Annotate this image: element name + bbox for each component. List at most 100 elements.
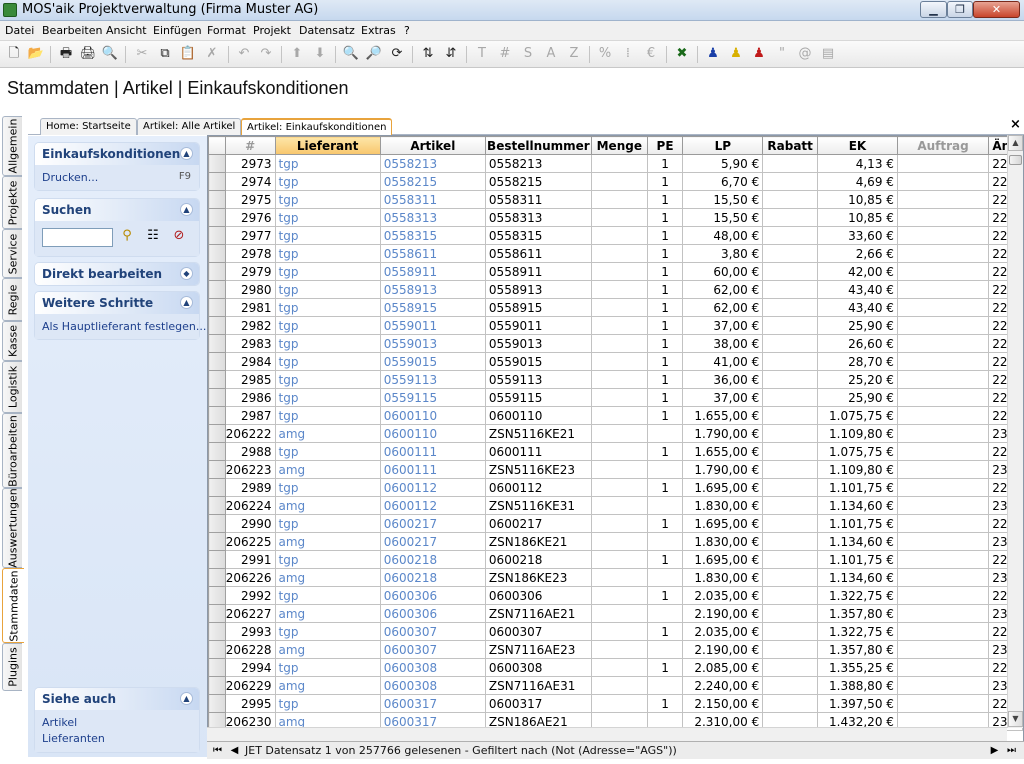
table-cell[interactable]: ZSN5116KE31 bbox=[484, 496, 592, 515]
table-cell[interactable]: 2973 bbox=[224, 154, 276, 173]
table-cell[interactable] bbox=[762, 622, 819, 641]
table-cell[interactable]: 0600307 bbox=[379, 622, 486, 641]
at-icon[interactable]: @ bbox=[796, 45, 814, 63]
vtab-kasse[interactable]: Kasse bbox=[2, 321, 22, 361]
row-indicator[interactable] bbox=[208, 334, 226, 353]
table-cell[interactable]: 0558911 bbox=[379, 262, 486, 281]
table-row[interactable]: 2991 tgp 0600218 0600218 1 1.695,00 €1.101,75… bbox=[208, 550, 1023, 569]
table-cell[interactable]: 1.075,75 € bbox=[817, 442, 898, 461]
table-cell[interactable]: 0600112 bbox=[484, 478, 592, 497]
table-cell[interactable]: ZSN186KE21 bbox=[484, 532, 592, 551]
table-cell[interactable]: 1 bbox=[646, 370, 684, 389]
table-cell[interactable] bbox=[646, 496, 684, 515]
table-cell[interactable]: ZSN5116KE23 bbox=[484, 460, 592, 479]
move-down-icon[interactable]: ⬇ bbox=[311, 45, 329, 63]
table-row[interactable]: 2989 tgp 0600112 0600112 1 1.695,00 €1.101,75… bbox=[208, 478, 1023, 497]
collapse-icon[interactable]: ▲ bbox=[180, 203, 193, 216]
table-cell[interactable]: 0558215 bbox=[379, 172, 486, 191]
menu-extras[interactable]: Extras bbox=[361, 24, 396, 37]
table-cell[interactable]: 62,00 € bbox=[682, 298, 764, 317]
panel-header[interactable]: Einkaufskonditionen ▲ bbox=[35, 143, 199, 165]
horizontal-scrollbar[interactable] bbox=[207, 727, 1007, 741]
user-blue-icon[interactable]: ♟ bbox=[704, 45, 722, 63]
table-cell[interactable]: 0600218 bbox=[379, 568, 486, 587]
row-indicator[interactable] bbox=[208, 244, 226, 263]
table-cell[interactable] bbox=[590, 478, 648, 497]
table-cell[interactable]: 2985 bbox=[224, 370, 276, 389]
table-cell[interactable]: 1 bbox=[646, 154, 684, 173]
table-cell[interactable]: 1 bbox=[646, 244, 684, 263]
table-cell[interactable]: 0558313 bbox=[484, 208, 592, 227]
table-cell[interactable]: 2.240,00 € bbox=[682, 676, 764, 695]
table-cell[interactable]: 1.322,75 € bbox=[817, 586, 898, 605]
table-cell[interactable] bbox=[762, 640, 819, 659]
table-cell[interactable]: amg bbox=[274, 676, 381, 695]
row-indicator[interactable] bbox=[208, 154, 226, 173]
table-row[interactable]: 2986 tgp 0559115 0559115 1 37,00 €25,90 €22.1 bbox=[208, 388, 1023, 407]
table-cell[interactable] bbox=[896, 496, 990, 515]
search-input[interactable] bbox=[42, 228, 113, 247]
column-header[interactable]: Artikel bbox=[379, 136, 486, 155]
artikel-link[interactable]: Artikel bbox=[42, 715, 192, 731]
table-cell[interactable]: 1.695,00 € bbox=[682, 514, 764, 533]
minimize-button[interactable]: ▁ bbox=[920, 1, 947, 18]
table-cell[interactable]: 0600306 bbox=[379, 604, 486, 623]
table-cell[interactable]: 2988 bbox=[224, 442, 276, 461]
table-cell[interactable]: tgp bbox=[274, 244, 381, 263]
menu-datei[interactable]: Datei bbox=[5, 24, 34, 37]
table-cell[interactable]: 0558311 bbox=[379, 190, 486, 209]
panel-header[interactable]: Direkt bearbeiten ◆ bbox=[35, 263, 199, 285]
table-cell[interactable] bbox=[762, 406, 819, 425]
table-cell[interactable]: 1.134,60 € bbox=[817, 532, 898, 551]
row-indicator[interactable] bbox=[208, 262, 226, 281]
search-filter-icon[interactable]: ⚲ bbox=[117, 228, 137, 248]
row-indicator[interactable] bbox=[208, 208, 226, 227]
table-cell[interactable]: 2974 bbox=[224, 172, 276, 191]
table-cell[interactable] bbox=[590, 514, 648, 533]
number-format-icon[interactable]: # bbox=[496, 45, 514, 63]
table-cell[interactable] bbox=[896, 568, 990, 587]
drucken-link[interactable]: Drucken... bbox=[42, 170, 192, 186]
table-cell[interactable]: 3,80 € bbox=[682, 244, 764, 263]
table-cell[interactable]: 1 bbox=[646, 514, 684, 533]
delete-icon[interactable]: ✗ bbox=[203, 45, 221, 63]
table-cell[interactable]: 1.357,80 € bbox=[817, 604, 898, 623]
table-row[interactable]: 2985 tgp 0559113 0559113 1 36,00 €25,20 €22.1 bbox=[208, 370, 1023, 389]
table-row[interactable]: 2979 tgp 0558911 0558911 1 60,00 €42,00 €22.1 bbox=[208, 262, 1023, 281]
currency-icon[interactable]: € bbox=[642, 45, 660, 63]
table-cell[interactable] bbox=[762, 586, 819, 605]
table-cell[interactable]: 206225 bbox=[224, 532, 276, 551]
row-indicator[interactable] bbox=[208, 280, 226, 299]
table-row[interactable]: 2993 tgp 0600307 0600307 1 2.035,00 €1.322,75… bbox=[208, 622, 1023, 641]
table-cell[interactable] bbox=[896, 352, 990, 371]
table-cell[interactable]: 62,00 € bbox=[682, 280, 764, 299]
column-header[interactable]: # bbox=[224, 136, 276, 155]
table-cell[interactable] bbox=[590, 460, 648, 479]
column-header[interactable]: LP bbox=[682, 136, 764, 155]
table-cell[interactable]: 1.101,75 € bbox=[817, 514, 898, 533]
table-cell[interactable]: 2984 bbox=[224, 352, 276, 371]
table-cell[interactable]: tgp bbox=[274, 622, 381, 641]
row-indicator[interactable] bbox=[208, 406, 226, 425]
table-cell[interactable]: tgp bbox=[274, 226, 381, 245]
table-row[interactable]: 206225 amg 0600217 ZSN186KE21 1.830,00 € 1.13… bbox=[208, 532, 1023, 551]
table-cell[interactable] bbox=[590, 244, 648, 263]
table-cell[interactable]: 0600317 bbox=[379, 694, 486, 713]
table-cell[interactable] bbox=[896, 424, 990, 443]
table-cell[interactable]: 206226 bbox=[224, 568, 276, 587]
scroll-up-icon[interactable]: ▲ bbox=[1008, 135, 1023, 151]
table-cell[interactable]: 0559113 bbox=[379, 370, 486, 389]
table-cell[interactable]: 36,00 € bbox=[682, 370, 764, 389]
table-cell[interactable]: 206227 bbox=[224, 604, 276, 623]
table-cell[interactable]: tgp bbox=[274, 172, 381, 191]
row-indicator[interactable] bbox=[208, 370, 226, 389]
vtab-projekte[interactable]: Projekte bbox=[2, 176, 22, 229]
search-replace-icon[interactable]: 🔎 bbox=[365, 45, 383, 63]
table-cell[interactable] bbox=[590, 208, 648, 227]
tab-home[interactable]: Home: Startseite bbox=[40, 118, 137, 135]
table-cell[interactable]: amg bbox=[274, 604, 381, 623]
print-icon[interactable]: 🖶 bbox=[57, 45, 75, 63]
table-cell[interactable]: 2.035,00 € bbox=[682, 586, 764, 605]
table-cell[interactable] bbox=[762, 694, 819, 713]
vtab-logistik[interactable]: Logistik bbox=[2, 361, 22, 413]
